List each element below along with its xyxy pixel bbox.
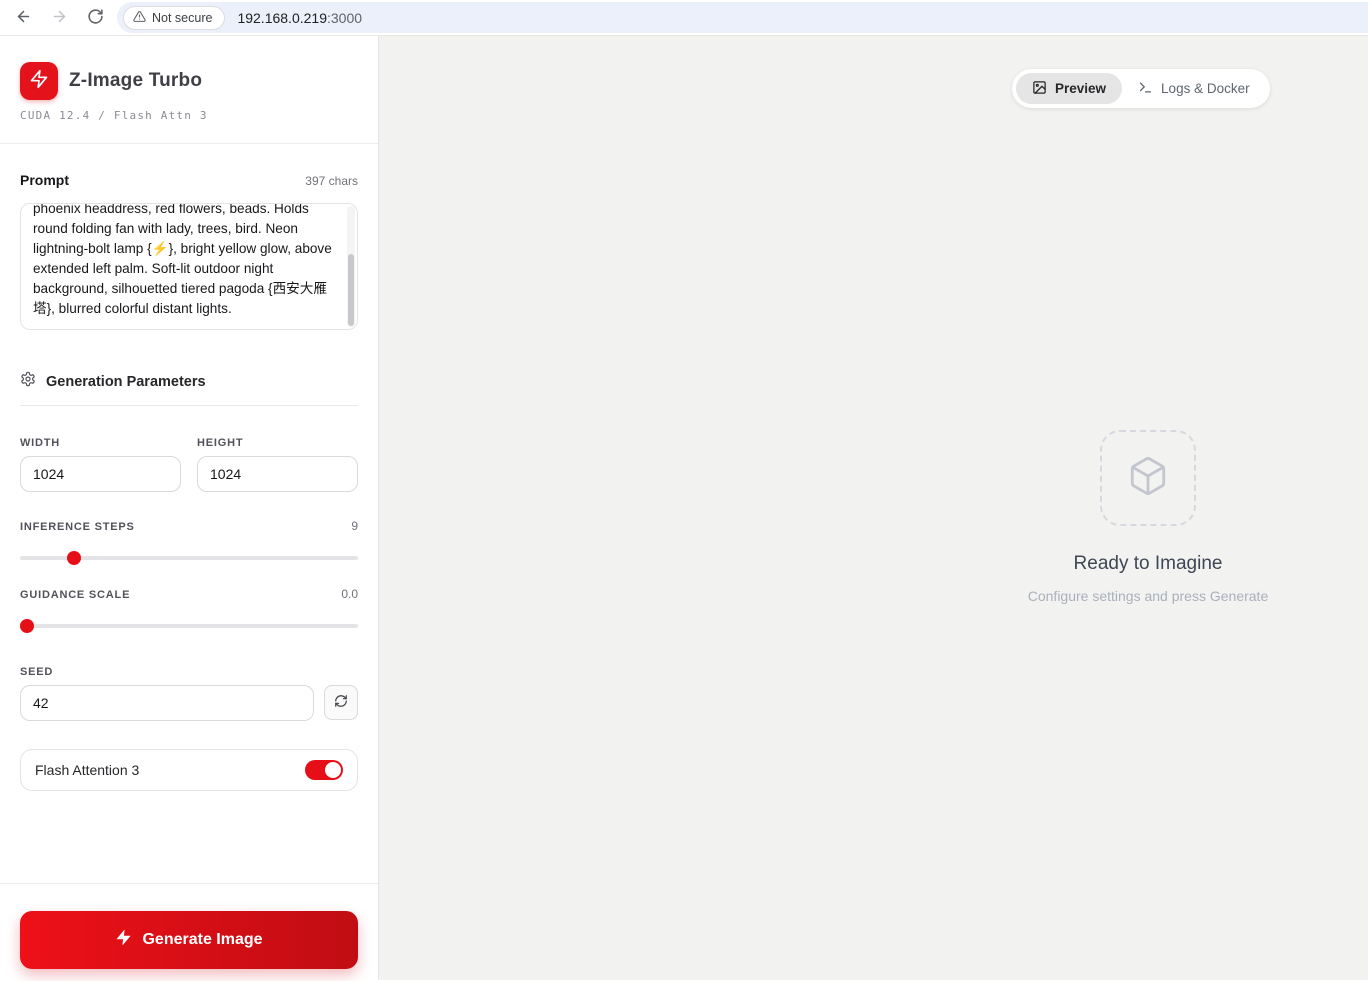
sidebar-footer: Generate Image [0, 883, 378, 980]
app-logo [20, 62, 58, 100]
security-badge[interactable]: Not secure [123, 5, 226, 30]
app-title: Z-Image Turbo [69, 70, 203, 91]
generate-button-label: Generate Image [142, 931, 263, 948]
flash-attention-toggle[interactable] [305, 760, 343, 780]
placeholder-frame [1100, 430, 1196, 526]
prompt-text: phoenix headdress, red flowers, beads. H… [33, 203, 332, 316]
height-label: HEIGHT [197, 437, 244, 449]
width-label: WIDTH [20, 437, 61, 449]
seed-label: SEED [20, 666, 54, 678]
tab-preview[interactable]: Preview [1016, 73, 1123, 104]
tab-logs-docker-label: Logs & Docker [1161, 81, 1250, 96]
empty-state-subtitle: Configure settings and press Generate [1027, 588, 1269, 604]
app-subtitle: CUDA 12.4 / Flash Attn 3 [20, 109, 208, 122]
browser-forward-button[interactable] [46, 5, 72, 31]
gear-icon [20, 371, 36, 392]
browser-back-button[interactable] [10, 5, 36, 31]
prompt-label: Prompt [20, 172, 69, 188]
inference-steps-slider-thumb[interactable] [67, 551, 82, 565]
security-badge-label: Not secure [152, 10, 213, 25]
tab-logs-docker[interactable]: Logs & Docker [1122, 73, 1266, 104]
tab-preview-label: Preview [1055, 81, 1107, 96]
randomize-seed-button[interactable] [324, 685, 358, 720]
flash-attention-label: Flash Attention 3 [35, 762, 140, 778]
prompt-char-count: 397 chars [305, 174, 358, 188]
arrow-left-icon [15, 8, 32, 28]
empty-state-title: Ready to Imagine [1073, 553, 1223, 574]
generation-parameters-heading: Generation Parameters [46, 373, 206, 390]
guidance-scale-value: 0.0 [341, 587, 358, 601]
url-text: 192.168.0.219:3000 [237, 9, 363, 26]
guidance-scale-slider[interactable] [20, 619, 358, 633]
guidance-scale-slider-thumb[interactable] [20, 619, 34, 633]
view-tab-group: Preview Logs & Docker [1012, 69, 1270, 108]
prompt-scrollbar[interactable] [347, 206, 355, 327]
toggle-knob [325, 762, 341, 778]
guidance-scale-label: GUIDANCE SCALE [20, 589, 131, 601]
inference-steps-value: 9 [351, 519, 358, 533]
browser-reload-button[interactable] [82, 5, 108, 31]
generate-image-button[interactable]: Generate Image [20, 911, 358, 969]
inference-steps-slider[interactable] [20, 551, 358, 565]
section-divider [20, 405, 358, 406]
width-input[interactable] [20, 456, 181, 492]
warning-triangle-icon [133, 10, 146, 26]
flash-attention-card: Flash Attention 3 [20, 749, 358, 791]
browser-toolbar: Not secure 192.168.0.219:3000 [0, 0, 1368, 36]
prompt-textarea[interactable]: phoenix headdress, red flowers, beads. H… [20, 203, 358, 330]
prompt-scrollbar-thumb[interactable] [348, 254, 354, 326]
reload-icon [87, 8, 104, 28]
seed-input[interactable] [20, 685, 314, 721]
empty-state: Ready to Imagine Configure settings and … [988, 430, 1308, 604]
lightning-bolt-icon [29, 69, 49, 94]
image-icon [1032, 80, 1047, 98]
terminal-icon [1138, 80, 1153, 98]
address-bar[interactable]: Not secure 192.168.0.219:3000 [117, 2, 1368, 33]
height-input[interactable] [197, 456, 358, 492]
sidebar-header: Z-Image Turbo CUDA 12.4 / Flash Attn 3 [0, 36, 378, 144]
inference-steps-label: INFERENCE STEPS [20, 521, 135, 533]
preview-pane: Preview Logs & Docker Ready to Imagine C… [379, 36, 1368, 980]
lightning-bolt-icon [115, 929, 132, 951]
refresh-icon [334, 694, 348, 711]
cube-icon [1127, 455, 1169, 502]
arrow-right-icon [51, 8, 68, 28]
settings-sidebar: Z-Image Turbo CUDA 12.4 / Flash Attn 3 P… [0, 36, 379, 980]
